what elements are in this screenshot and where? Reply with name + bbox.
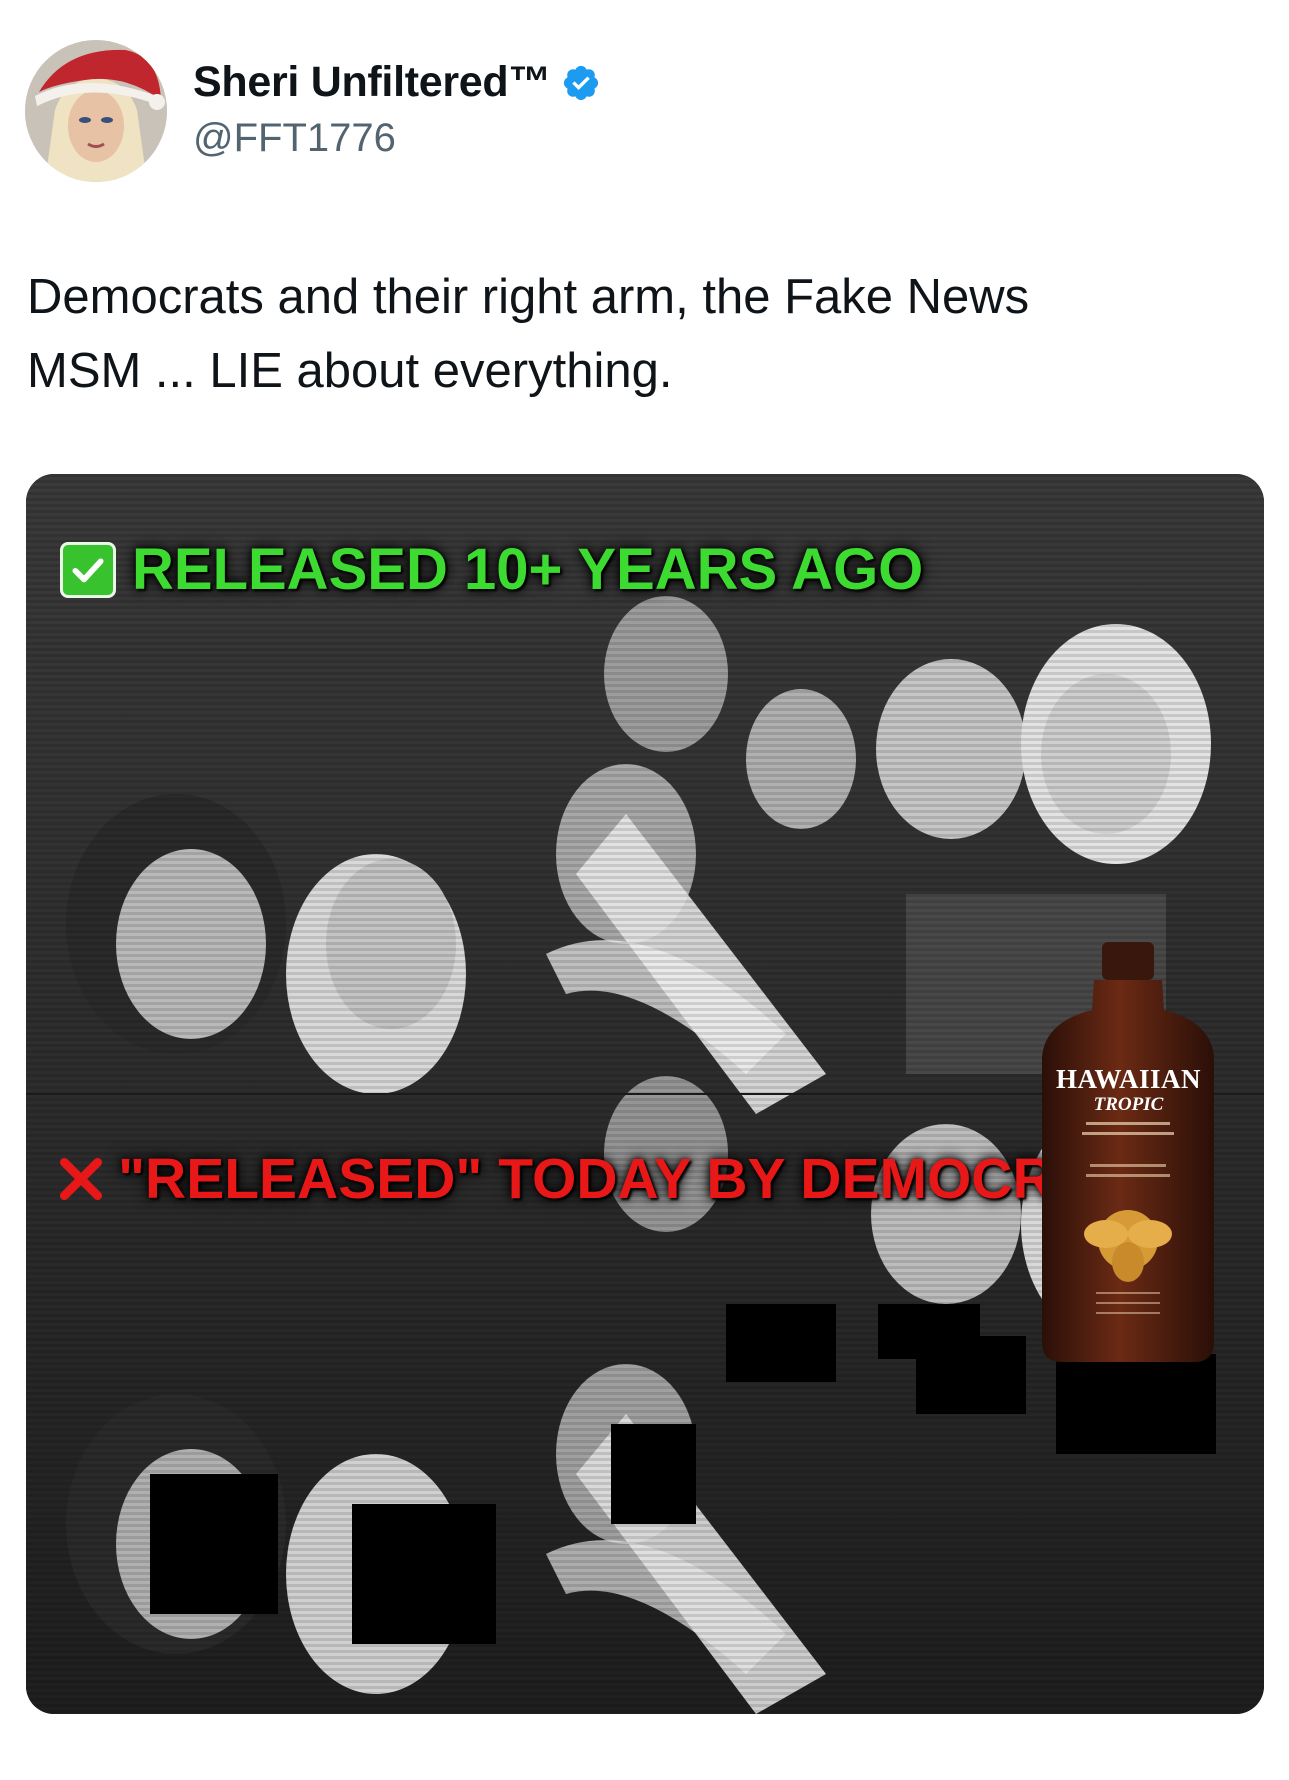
bottle-brand-sub: TROPIC [1093,1094,1164,1115]
top-caption-text: RELEASED 10+ YEARS AGO [132,537,924,602]
green-check-icon [60,541,116,598]
bottle-brand: HAWAIIAN [1055,1064,1202,1094]
author-avatar[interactable] [25,40,167,182]
author-block: Sheri Unfiltered™ @FFT1776 [193,54,601,161]
top-caption: RELEASED 10+ YEARS AGO [60,536,923,603]
author-display-name[interactable]: Sheri Unfiltered™ [193,58,551,107]
author-handle[interactable]: @FFT1776 [193,116,601,161]
bottom-caption: "RELEASED" TODAY BY DEMOCRATS [56,1146,1163,1212]
bottom-caption-text: "RELEASED" TODAY BY DEMOCRATS [118,1147,1164,1211]
tweet-text-line: Democrats and their right arm, the Fake … [27,270,1030,324]
verified-badge-icon [563,65,599,101]
avatar-image [25,40,167,182]
author-name-row: Sheri Unfiltered™ [193,54,601,110]
tweet-text: Democrats and their right arm, the Fake … [27,260,1267,408]
bottle-icon [1042,942,1214,1362]
tweet-media-image[interactable]: RELEASED 10+ YEARS AGO "RELEASED" TODAY … [26,474,1264,1714]
red-x-icon [59,1157,103,1201]
tanning-oil-bottle: HAWAIIAN TROPIC [1036,942,1221,1367]
tweet-text-line: MSM ... LIE about everything. [27,344,673,398]
